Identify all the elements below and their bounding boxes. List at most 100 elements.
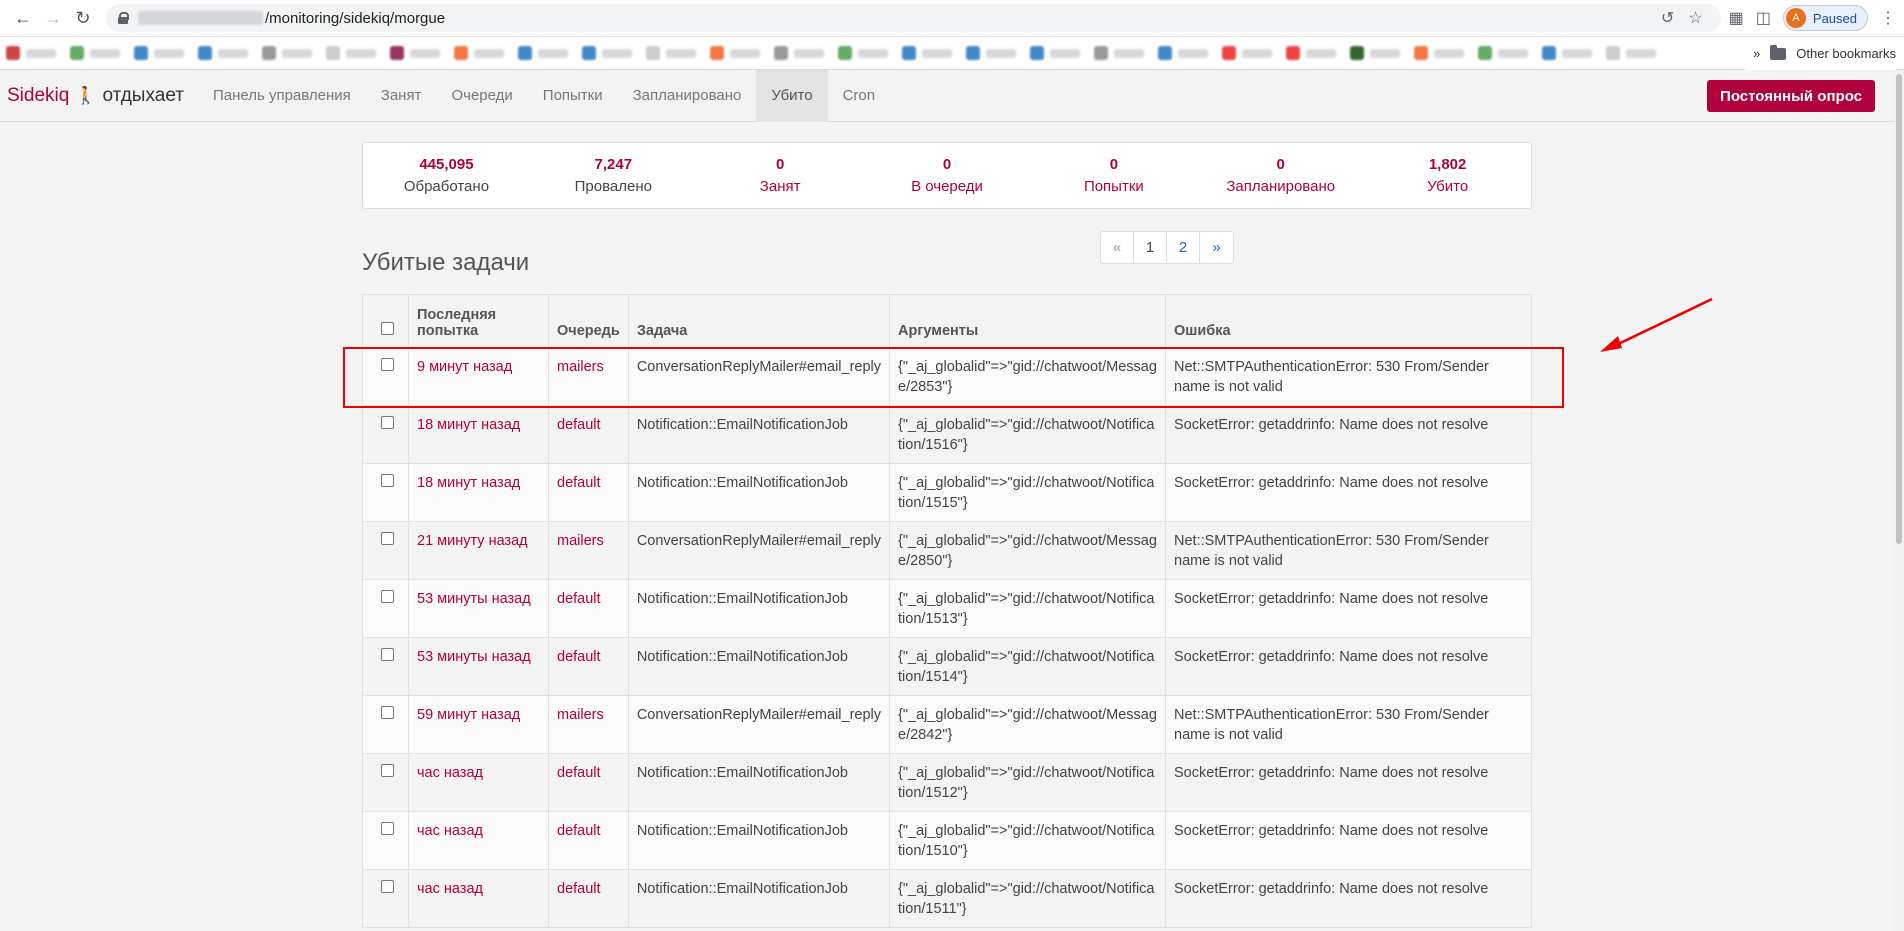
cell-queue[interactable]: default bbox=[548, 811, 629, 870]
cell-queue[interactable]: default bbox=[548, 579, 629, 638]
bookmark-item[interactable] bbox=[1414, 46, 1464, 60]
pager-page-1[interactable]: 1 bbox=[1134, 232, 1167, 263]
cell-time[interactable]: 53 минуты назад bbox=[408, 579, 549, 638]
bookmark-item[interactable] bbox=[6, 46, 56, 60]
bookmark-item[interactable] bbox=[838, 46, 888, 60]
nav-retries[interactable]: Попытки bbox=[528, 70, 618, 122]
pager-prev[interactable]: « bbox=[1101, 232, 1134, 263]
cell-time[interactable]: 18 минут назад bbox=[408, 405, 549, 464]
reload-icon[interactable]: ↻ bbox=[68, 3, 98, 33]
row-checkbox[interactable] bbox=[381, 416, 394, 429]
bookmark-item[interactable] bbox=[710, 46, 760, 60]
cell-queue[interactable]: default bbox=[548, 753, 629, 812]
stat-processed[interactable]: 445,095 Обработано bbox=[363, 156, 530, 195]
row-checkbox[interactable] bbox=[381, 764, 394, 777]
bookmark-item[interactable] bbox=[518, 46, 568, 60]
pager-next[interactable]: » bbox=[1200, 232, 1233, 263]
table-row: 18 минут назад default Notification::Ema… bbox=[362, 405, 1532, 464]
stat-label: Убито bbox=[1426, 178, 1469, 195]
pagination: « 1 2 » bbox=[1100, 231, 1234, 264]
cell-time[interactable]: час назад bbox=[408, 869, 549, 928]
stat-enqueued[interactable]: 0 В очереди bbox=[864, 156, 1031, 195]
other-bookmarks[interactable]: Other bookmarks bbox=[1796, 46, 1896, 61]
cell-queue[interactable]: default bbox=[548, 405, 629, 464]
bookmark-item[interactable] bbox=[966, 46, 1016, 60]
bookmark-item[interactable] bbox=[134, 46, 184, 60]
cell-queue[interactable]: mailers bbox=[548, 521, 629, 580]
stat-label: Обработано bbox=[403, 178, 490, 195]
bookmark-item[interactable] bbox=[390, 46, 440, 60]
forward-arrow-icon[interactable]: → bbox=[38, 3, 68, 33]
row-select bbox=[362, 521, 409, 580]
bookmark-item[interactable] bbox=[262, 46, 312, 60]
cell-time[interactable]: 21 минуту назад bbox=[408, 521, 549, 580]
cell-time[interactable]: 18 минут назад bbox=[408, 463, 549, 522]
profile-button[interactable]: A Paused bbox=[1782, 5, 1868, 31]
side-panel-icon[interactable]: ◫ bbox=[1756, 8, 1771, 28]
bookmark-item[interactable] bbox=[646, 46, 696, 60]
row-select bbox=[362, 405, 409, 464]
bookmark-item[interactable] bbox=[582, 46, 632, 60]
cell-queue[interactable]: default bbox=[548, 869, 629, 928]
stat-label: В очереди bbox=[911, 178, 983, 195]
cell-args: {"_aj_globalid"=>"gid://chatwoot/Notific… bbox=[889, 405, 1167, 464]
live-poll-button[interactable]: Постоянный опрос bbox=[1707, 80, 1875, 112]
nav-busy[interactable]: Занят bbox=[366, 70, 437, 122]
cell-queue[interactable]: mailers bbox=[548, 695, 629, 754]
row-checkbox[interactable] bbox=[381, 822, 394, 835]
scrollbar-thumb[interactable] bbox=[1896, 74, 1902, 544]
bookmark-item[interactable] bbox=[1478, 46, 1528, 60]
cell-time[interactable]: час назад bbox=[408, 753, 549, 812]
share-icon[interactable]: ↺ bbox=[1661, 8, 1674, 28]
cell-time[interactable]: 53 минуты назад bbox=[408, 637, 549, 696]
page-scrollbar[interactable] bbox=[1894, 70, 1904, 931]
bookmark-item[interactable] bbox=[774, 46, 824, 60]
bookmarks-overflow-icon[interactable]: » bbox=[1753, 46, 1760, 61]
bookmark-item[interactable] bbox=[326, 46, 376, 60]
bookmark-item[interactable] bbox=[1542, 46, 1592, 60]
nav-dead[interactable]: Убито bbox=[756, 69, 828, 122]
bookmark-item[interactable] bbox=[454, 46, 504, 60]
nav-queues[interactable]: Очереди bbox=[436, 70, 527, 122]
select-all-checkbox[interactable] bbox=[381, 322, 394, 335]
stat-retries[interactable]: 0 Попытки bbox=[1030, 156, 1197, 195]
cell-queue[interactable]: default bbox=[548, 463, 629, 522]
nav-dashboard[interactable]: Панель управления bbox=[198, 70, 366, 122]
bookmark-item[interactable] bbox=[1158, 46, 1208, 60]
row-checkbox[interactable] bbox=[381, 648, 394, 661]
bookmark-item[interactable] bbox=[1286, 46, 1336, 60]
stat-scheduled[interactable]: 0 Запланировано bbox=[1197, 156, 1364, 195]
bookmark-item[interactable] bbox=[1030, 46, 1080, 60]
page-title: Убитые задачи bbox=[362, 249, 530, 276]
bookmark-item[interactable] bbox=[1350, 46, 1400, 60]
row-checkbox[interactable] bbox=[381, 474, 394, 487]
cell-job: Notification::EmailNotificationJob bbox=[627, 579, 891, 638]
menu-icon[interactable]: ⋮ bbox=[1880, 8, 1896, 28]
stat-busy[interactable]: 0 Занят bbox=[697, 156, 864, 195]
cell-time[interactable]: час назад bbox=[408, 811, 549, 870]
bookmark-item[interactable] bbox=[902, 46, 952, 60]
address-bar[interactable]: /monitoring/sidekiq/morgue ↺ ☆ bbox=[106, 4, 1721, 32]
nav-scheduled[interactable]: Запланировано bbox=[618, 70, 757, 122]
bookmark-item[interactable] bbox=[1222, 46, 1272, 60]
stat-dead[interactable]: 1,802 Убито bbox=[1364, 156, 1531, 195]
stat-failed[interactable]: 7,247 Провалено bbox=[530, 156, 697, 195]
row-checkbox[interactable] bbox=[381, 880, 394, 893]
cell-args: {"_aj_globalid"=>"gid://chatwoot/Notific… bbox=[889, 463, 1167, 522]
bookmark-item[interactable] bbox=[70, 46, 120, 60]
bookmark-item[interactable] bbox=[1094, 46, 1144, 60]
row-checkbox[interactable] bbox=[381, 590, 394, 603]
pager-page-2[interactable]: 2 bbox=[1167, 232, 1200, 263]
back-arrow-icon[interactable]: ← bbox=[8, 3, 38, 33]
brand[interactable]: Sidekiq 🚶 отдыхает bbox=[0, 85, 184, 107]
nav-cron[interactable]: Cron bbox=[828, 70, 891, 122]
bookmark-item[interactable] bbox=[1606, 46, 1656, 60]
cell-time[interactable]: 59 минут назад bbox=[408, 695, 549, 754]
extensions-icon[interactable]: ▦ bbox=[1729, 8, 1744, 28]
stat-value: 0 bbox=[1109, 156, 1119, 173]
cell-queue[interactable]: default bbox=[548, 637, 629, 696]
row-checkbox[interactable] bbox=[381, 706, 394, 719]
bookmark-star-icon[interactable]: ☆ bbox=[1688, 8, 1702, 28]
row-checkbox[interactable] bbox=[381, 532, 394, 545]
bookmark-item[interactable] bbox=[198, 46, 248, 60]
